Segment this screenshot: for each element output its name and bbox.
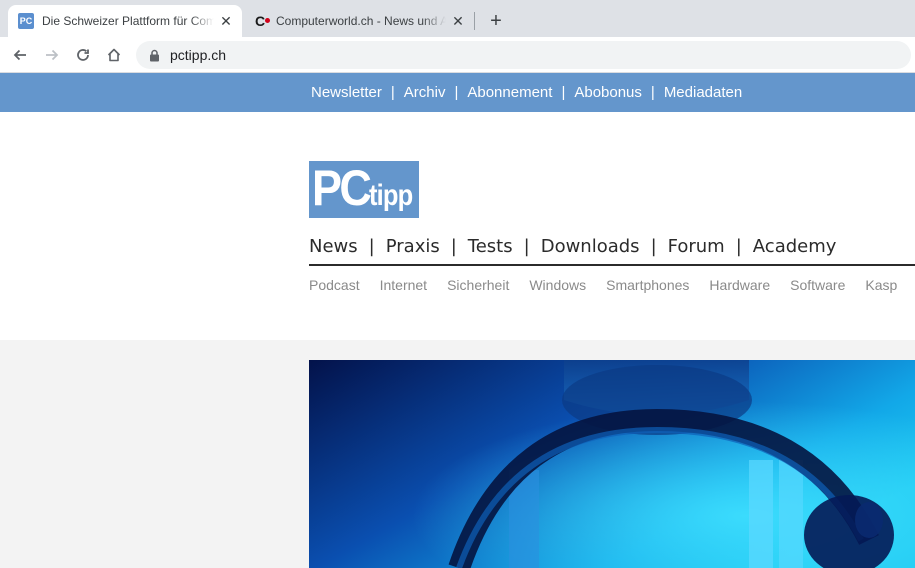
back-arrow-icon[interactable] — [8, 43, 32, 67]
tab-title: Die Schweizer Plattform für Computer — [42, 14, 214, 28]
pctipp-favicon-icon: PC — [18, 13, 34, 29]
tab-strip: PC Die Schweizer Plattform für Computer … — [0, 0, 915, 37]
site-topbar: Newsletter | Archiv | Abonnement | Abobo… — [0, 73, 915, 112]
subnav-item-hardware[interactable]: Hardware — [709, 277, 770, 293]
tab-separator — [474, 12, 475, 30]
nav-item-praxis[interactable]: Praxis — [386, 236, 440, 257]
subnav-item-kasp[interactable]: Kasp — [865, 277, 897, 293]
topbar-link-newsletter[interactable]: Newsletter — [311, 84, 382, 101]
subnav-item-windows[interactable]: Windows — [529, 277, 586, 293]
close-icon[interactable]: ✕ — [218, 13, 234, 29]
nav-item-news[interactable]: News — [309, 236, 358, 257]
nav-separator: | — [523, 235, 530, 257]
lock-icon[interactable] — [146, 47, 162, 63]
subnav-item-internet[interactable]: Internet — [380, 277, 427, 293]
address-bar[interactable]: pctipp.ch — [136, 41, 911, 69]
tab-computerworld[interactable]: C Computerworld.ch - News und Analysen ✕ — [242, 5, 474, 37]
topbar-link-abobonus[interactable]: Abobonus — [574, 84, 642, 101]
topbar-separator: | — [561, 84, 566, 101]
topbar-separator: | — [454, 84, 459, 101]
main-nav: News | Praxis | Tests | Downloads | Foru… — [309, 234, 836, 258]
subnav-item-sicherheit[interactable]: Sicherheit — [447, 277, 509, 293]
logo-text-pc: PC — [312, 161, 372, 216]
nav-item-forum[interactable]: Forum — [668, 236, 725, 257]
topbar-separator: | — [390, 84, 395, 101]
pctipp-logo[interactable]: PC tipp — [309, 161, 419, 218]
nav-separator: | — [368, 235, 375, 257]
nav-divider — [309, 264, 915, 266]
nav-separator: | — [735, 235, 742, 257]
hero-image[interactable] — [309, 360, 915, 568]
topbar-link-abonnement[interactable]: Abonnement — [467, 84, 552, 101]
nav-item-downloads[interactable]: Downloads — [541, 236, 640, 257]
browser-toolbar: pctipp.ch — [0, 37, 915, 73]
topbar-links: Newsletter | Archiv | Abonnement | Abobo… — [311, 73, 742, 112]
computerworld-favicon-icon: C — [252, 13, 270, 29]
topbar-link-mediadaten[interactable]: Mediadaten — [664, 84, 742, 101]
nav-separator: | — [450, 235, 457, 257]
url-text: pctipp.ch — [170, 47, 227, 63]
topbar-link-archiv[interactable]: Archiv — [404, 84, 446, 101]
tab-title: Computerworld.ch - News und Analysen — [276, 14, 446, 28]
content-area — [0, 340, 915, 568]
subnav-item-software[interactable]: Software — [790, 277, 845, 293]
close-icon[interactable]: ✕ — [450, 13, 466, 29]
site-header: PC tipp News | Praxis | Tests | Download… — [0, 112, 915, 340]
nav-item-academy[interactable]: Academy — [753, 236, 837, 257]
nav-separator: | — [650, 235, 657, 257]
sub-nav: Podcast Internet Sicherheit Windows Smar… — [309, 276, 915, 294]
tab-pctipp[interactable]: PC Die Schweizer Plattform für Computer … — [8, 5, 242, 37]
home-icon[interactable] — [102, 43, 126, 67]
plus-icon[interactable]: + — [484, 9, 508, 33]
topbar-separator: | — [650, 84, 655, 101]
forward-arrow-icon[interactable] — [40, 43, 64, 67]
subnav-item-podcast[interactable]: Podcast — [309, 277, 360, 293]
nav-item-tests[interactable]: Tests — [468, 236, 513, 257]
logo-text-tipp: tipp — [369, 179, 413, 212]
reload-icon[interactable] — [71, 43, 95, 67]
subnav-item-smartphones[interactable]: Smartphones — [606, 277, 689, 293]
